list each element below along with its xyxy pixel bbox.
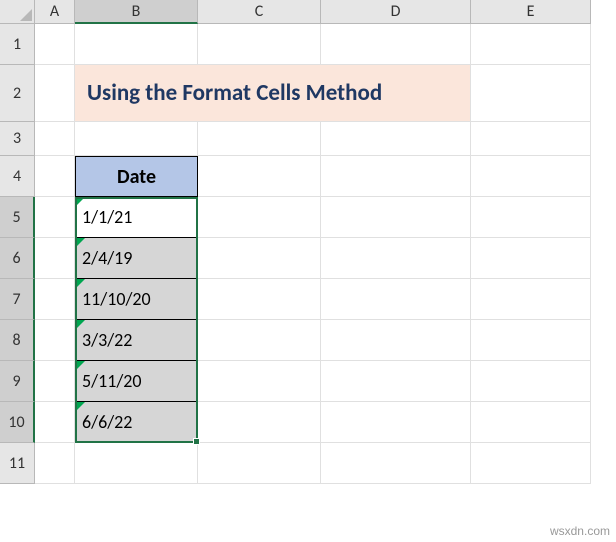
- row-header-9[interactable]: 9: [0, 361, 35, 402]
- cell-B11[interactable]: [75, 443, 198, 484]
- error-indicator-icon: [76, 402, 85, 411]
- cell-B10[interactable]: 6/6/22: [75, 402, 198, 443]
- cell-E1[interactable]: [471, 24, 591, 65]
- cell-value: 6/6/22: [82, 411, 132, 433]
- cell-C5[interactable]: [198, 197, 321, 238]
- cell-E7[interactable]: [471, 279, 591, 320]
- cell-E9[interactable]: [471, 361, 591, 402]
- row-header-11[interactable]: 11: [0, 443, 35, 484]
- cell-D1[interactable]: [321, 24, 471, 65]
- row-header-4[interactable]: 4: [0, 156, 35, 197]
- cell-E8[interactable]: [471, 320, 591, 361]
- cell-B1[interactable]: [75, 24, 198, 65]
- cell-value: 11/10/20: [82, 288, 151, 310]
- cell-A10[interactable]: [35, 402, 75, 443]
- cell-A2[interactable]: [35, 65, 75, 122]
- error-indicator-icon: [76, 361, 85, 370]
- cell-A11[interactable]: [35, 443, 75, 484]
- cell-A9[interactable]: [35, 361, 75, 402]
- cell-D4[interactable]: [321, 156, 471, 197]
- cell-B5[interactable]: 1/1/21: [75, 197, 198, 238]
- col-header-E[interactable]: E: [471, 0, 591, 24]
- cell-C8[interactable]: [198, 320, 321, 361]
- cell-A4[interactable]: [35, 156, 75, 197]
- cell-value: 5/11/20: [82, 370, 142, 392]
- spreadsheet-grid: A B C D E 1 2 Using the Format Cells Met…: [0, 0, 616, 484]
- cell-B9[interactable]: 5/11/20: [75, 361, 198, 402]
- cell-B7[interactable]: 11/10/20: [75, 279, 198, 320]
- cell-C10[interactable]: [198, 402, 321, 443]
- cell-D5[interactable]: [321, 197, 471, 238]
- cell-A8[interactable]: [35, 320, 75, 361]
- error-indicator-icon: [76, 197, 85, 206]
- error-indicator-icon: [76, 238, 85, 247]
- cell-B3[interactable]: [75, 122, 198, 156]
- cell-A6[interactable]: [35, 238, 75, 279]
- row-header-7[interactable]: 7: [0, 279, 35, 320]
- cell-E5[interactable]: [471, 197, 591, 238]
- error-indicator-icon: [76, 320, 85, 329]
- row-header-6[interactable]: 6: [0, 238, 35, 279]
- cell-C11[interactable]: [198, 443, 321, 484]
- col-header-B[interactable]: B: [75, 0, 198, 24]
- cell-E4[interactable]: [471, 156, 591, 197]
- title-block: Using the Format Cells Method: [75, 65, 471, 122]
- cell-C9[interactable]: [198, 361, 321, 402]
- cell-B6[interactable]: 2/4/19: [75, 238, 198, 279]
- cell-C4[interactable]: [198, 156, 321, 197]
- cell-E11[interactable]: [471, 443, 591, 484]
- cell-D9[interactable]: [321, 361, 471, 402]
- cell-E2[interactable]: [471, 65, 591, 122]
- col-header-C[interactable]: C: [198, 0, 321, 24]
- row-header-10[interactable]: 10: [0, 402, 35, 443]
- col-header-A[interactable]: A: [35, 0, 75, 24]
- error-indicator-icon: [76, 279, 85, 288]
- cell-value: 3/3/22: [82, 329, 132, 351]
- row-header-2[interactable]: 2: [0, 65, 35, 122]
- watermark: wsxdn.com: [550, 524, 610, 538]
- cell-A1[interactable]: [35, 24, 75, 65]
- cell-A3[interactable]: [35, 122, 75, 156]
- col-header-D[interactable]: D: [321, 0, 471, 24]
- cell-C3[interactable]: [198, 122, 321, 156]
- cell-D3[interactable]: [321, 122, 471, 156]
- cell-C6[interactable]: [198, 238, 321, 279]
- row-header-8[interactable]: 8: [0, 320, 35, 361]
- cell-A7[interactable]: [35, 279, 75, 320]
- cell-E6[interactable]: [471, 238, 591, 279]
- cell-D7[interactable]: [321, 279, 471, 320]
- cell-value: 1/1/21: [82, 206, 132, 228]
- cell-value: 2/4/19: [82, 247, 132, 269]
- cell-A5[interactable]: [35, 197, 75, 238]
- cell-D11[interactable]: [321, 443, 471, 484]
- row-header-5[interactable]: 5: [0, 197, 35, 238]
- cell-D8[interactable]: [321, 320, 471, 361]
- cell-E3[interactable]: [471, 122, 591, 156]
- select-all-corner[interactable]: [0, 0, 35, 24]
- cell-D6[interactable]: [321, 238, 471, 279]
- cell-C1[interactable]: [198, 24, 321, 65]
- cell-C7[interactable]: [198, 279, 321, 320]
- row-header-3[interactable]: 3: [0, 122, 35, 156]
- cell-D10[interactable]: [321, 402, 471, 443]
- cell-E10[interactable]: [471, 402, 591, 443]
- row-header-1[interactable]: 1: [0, 24, 35, 65]
- table-header-date[interactable]: Date: [75, 156, 198, 197]
- cell-B8[interactable]: 3/3/22: [75, 320, 198, 361]
